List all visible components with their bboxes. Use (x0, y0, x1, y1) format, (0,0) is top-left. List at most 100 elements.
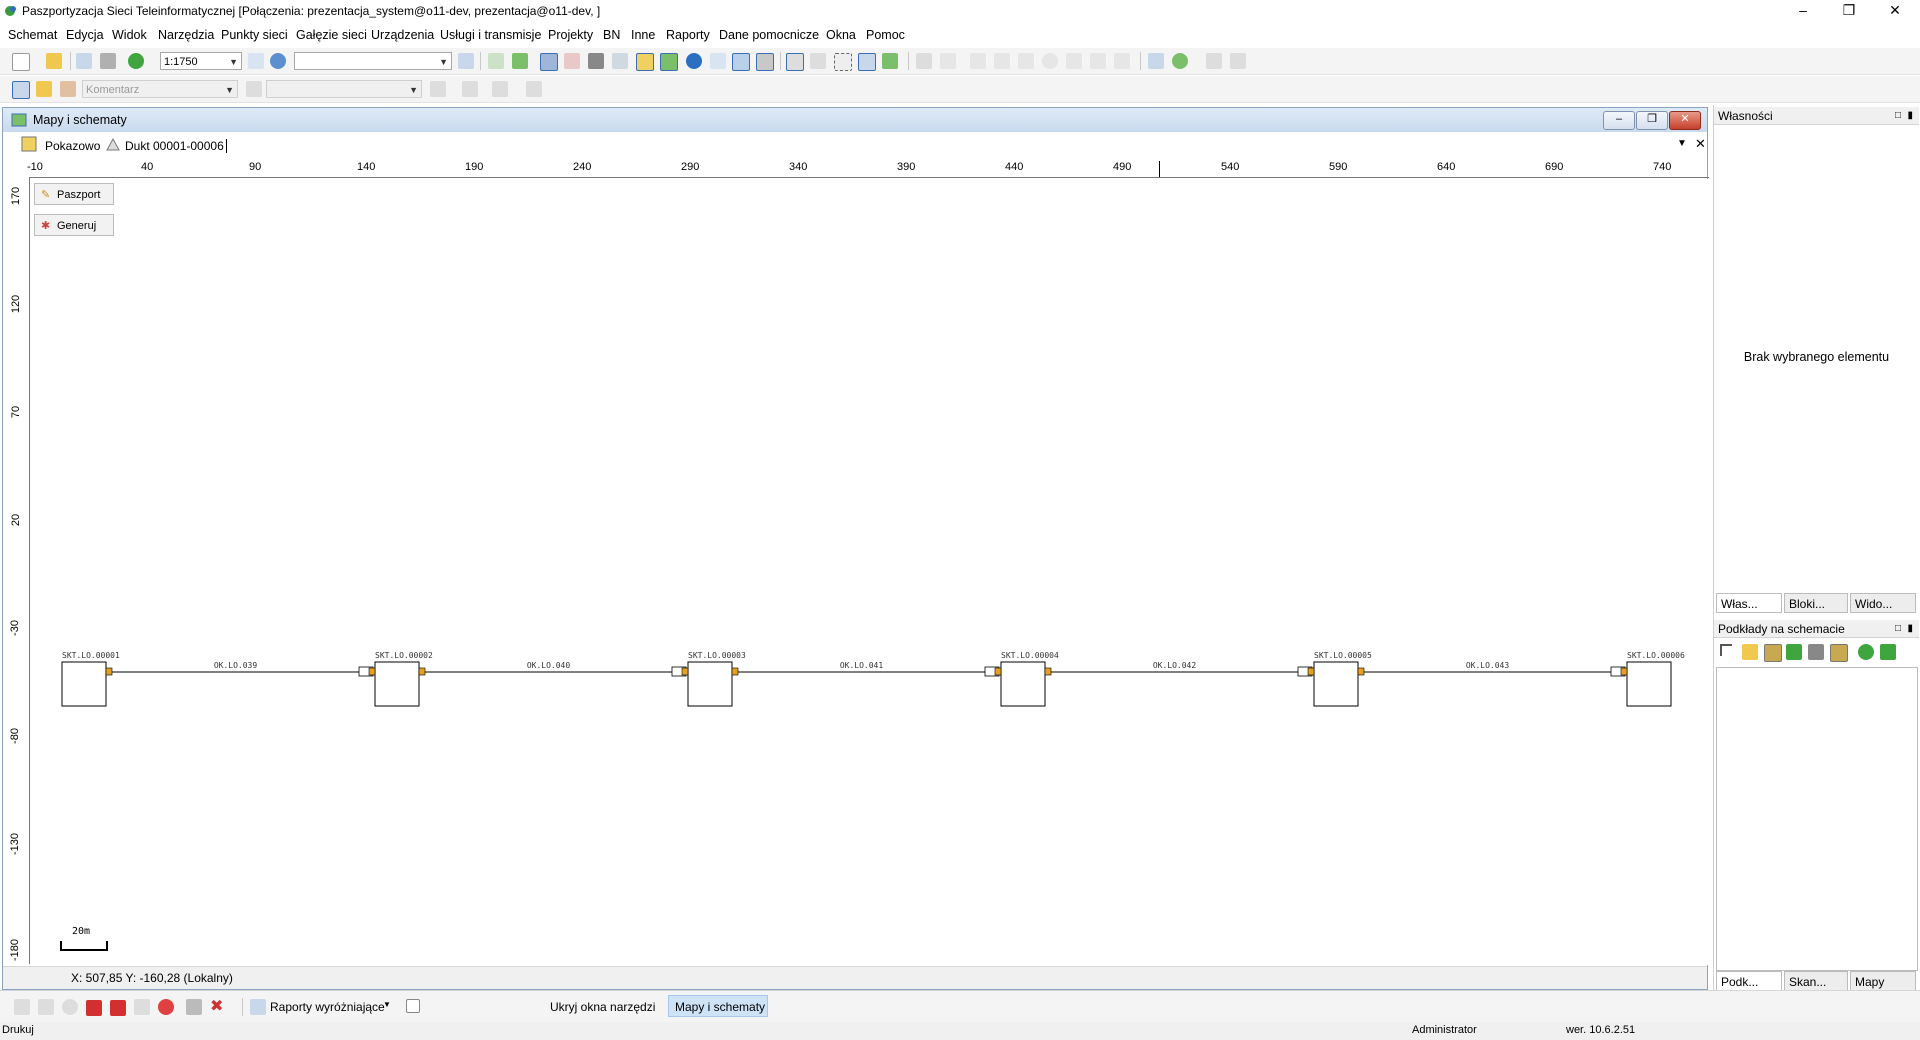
puzzle-icon[interactable] (1880, 644, 1896, 660)
minimize-button[interactable]: – (1780, 0, 1826, 22)
node-label[interactable]: SKT.LO.00005 (1314, 651, 1372, 660)
node-label[interactable]: SKT.LO.00004 (1001, 651, 1059, 660)
scale-combo[interactable]: 1:1750 ▼ (160, 52, 242, 70)
new-icon[interactable] (12, 53, 30, 71)
float-icon[interactable]: □ (1895, 620, 1901, 638)
disabled-tool-2-icon[interactable] (940, 53, 956, 69)
tab-wlasnosci[interactable]: Włas... (1716, 593, 1782, 613)
disabled-tool-5-icon[interactable] (1042, 53, 1058, 69)
layout-icon[interactable] (756, 53, 774, 71)
layer-icon[interactable] (458, 53, 474, 69)
menu-bn[interactable]: BN (603, 28, 620, 42)
link-icon[interactable] (492, 81, 508, 97)
comment-combo[interactable]: Komentarz ▼ (82, 80, 238, 98)
pen-icon[interactable] (14, 999, 30, 1015)
menu-dane-pomocnicze[interactable]: Dane pomocnicze (719, 28, 819, 42)
menu-urzadzenia[interactable]: Urządzenia (371, 28, 434, 42)
map-icon[interactable] (488, 53, 504, 69)
search-combo[interactable]: ▼ (294, 52, 452, 70)
menu-punkty-sieci[interactable]: Punkty sieci (221, 28, 288, 42)
node-box[interactable] (1000, 661, 1046, 707)
disabled-tool-1-icon[interactable] (916, 53, 932, 69)
delete-disabled-icon[interactable] (1018, 53, 1034, 69)
copy-icon[interactable] (612, 53, 628, 69)
mdi-close-button[interactable]: ✕ (1669, 111, 1701, 130)
line-icon[interactable] (430, 81, 446, 97)
gray-layer-icon[interactable] (1808, 644, 1824, 660)
tab-widoki[interactable]: Wido... (1850, 593, 1916, 613)
maximize-button[interactable]: ❐ (1826, 0, 1872, 22)
refresh-icon[interactable] (128, 53, 144, 69)
connector-port[interactable] (994, 667, 1002, 676)
globe-icon[interactable] (1172, 53, 1188, 69)
connector-port[interactable] (1620, 667, 1628, 676)
info-icon[interactable] (686, 53, 702, 69)
pin-icon[interactable]: ▮ (1907, 620, 1913, 638)
link-label[interactable]: OK.LO.042 (1153, 661, 1197, 670)
tab-document[interactable]: Dukt 00001-00006 (125, 139, 227, 153)
node-label[interactable]: SKT.LO.00001 (62, 651, 120, 660)
menu-pomoc[interactable]: Pomoc (866, 28, 905, 42)
stop-red-alt-icon[interactable] (110, 1000, 126, 1016)
recycle-icon[interactable] (1786, 644, 1802, 660)
preview-icon[interactable] (76, 53, 92, 69)
person-icon[interactable] (1206, 53, 1222, 69)
close-tool-icon[interactable] (526, 81, 542, 97)
disabled-tool-6-icon[interactable] (1066, 53, 1082, 69)
menu-widok[interactable]: Widok (112, 28, 147, 42)
tab-bloki[interactable]: Bloki... (1784, 593, 1848, 613)
connector-port[interactable] (1357, 667, 1365, 676)
close-button[interactable]: ✕ (1872, 0, 1918, 22)
chart-icon[interactable] (134, 999, 150, 1015)
node-box[interactable] (1626, 661, 1672, 707)
link-label[interactable]: OK.LO.041 (840, 661, 884, 670)
menu-okna[interactable]: Okna (826, 28, 856, 42)
lock-icon[interactable] (246, 81, 262, 97)
select-frame-icon[interactable] (834, 53, 852, 71)
schema-icon[interactable] (636, 53, 654, 71)
node-box[interactable] (1313, 661, 1359, 707)
zoom-icon[interactable] (270, 53, 286, 69)
schema-canvas[interactable]: ✎ Paszport ✱ Generuj SKT.LO.00001 SKT.LO.… (30, 179, 1708, 965)
mdi-restore-button[interactable]: ❐ (1636, 111, 1668, 130)
node-box[interactable] (374, 661, 420, 707)
pencil-icon[interactable] (36, 81, 52, 97)
dotted-grid-icon[interactable] (564, 53, 580, 69)
connector-port[interactable] (1044, 667, 1052, 676)
disabled-tool-8-icon[interactable] (1114, 53, 1130, 69)
link-label[interactable]: OK.LO.039 (214, 661, 258, 670)
refresh-icon[interactable] (1858, 644, 1874, 660)
add-folder-icon[interactable] (1742, 644, 1758, 660)
measure-icon[interactable] (462, 81, 478, 97)
expand-icon[interactable] (882, 53, 898, 69)
menu-inne[interactable]: Inne (631, 28, 655, 42)
connector-port[interactable] (418, 667, 426, 676)
node-box[interactable] (61, 661, 107, 707)
menu-projekty[interactable]: Projekty (548, 28, 593, 42)
align-top-icon[interactable] (810, 53, 826, 69)
map-layer-icon[interactable] (1764, 644, 1782, 662)
node-label[interactable]: SKT.LO.00006 (1627, 651, 1685, 660)
menu-galezie-sieci[interactable]: Gałęzie sieci (296, 28, 367, 42)
chevron-down-icon[interactable]: ▼ (383, 1000, 391, 1009)
edit-nodes-icon[interactable] (60, 81, 76, 97)
hide-tools-button[interactable]: Ukryj okna narzędzi (550, 1000, 655, 1014)
target-icon[interactable] (62, 999, 78, 1015)
pointer-icon[interactable] (12, 81, 30, 99)
menu-uslugi[interactable]: Usługi i transmisje (440, 28, 541, 42)
reports-dropdown[interactable]: Raporty wyróżniające (270, 1000, 385, 1014)
menu-raporty[interactable]: Raporty (666, 28, 710, 42)
connector-port[interactable] (731, 667, 739, 676)
close-tab-icon[interactable]: ✕ (1695, 136, 1706, 152)
open-folder-icon[interactable] (46, 53, 62, 69)
tab-skany[interactable]: Skan... (1784, 971, 1848, 991)
route-icon[interactable] (1148, 53, 1164, 69)
connector-port[interactable] (1307, 667, 1315, 676)
filter-icon[interactable] (186, 999, 202, 1015)
table-icon[interactable] (710, 53, 726, 69)
link-label[interactable]: OK.LO.043 (1466, 661, 1510, 670)
connector-port[interactable] (105, 667, 113, 676)
tab-mapy[interactable]: Mapy (1850, 971, 1916, 991)
disabled-tool-4-icon[interactable] (994, 53, 1010, 69)
connector-port[interactable] (681, 667, 689, 676)
